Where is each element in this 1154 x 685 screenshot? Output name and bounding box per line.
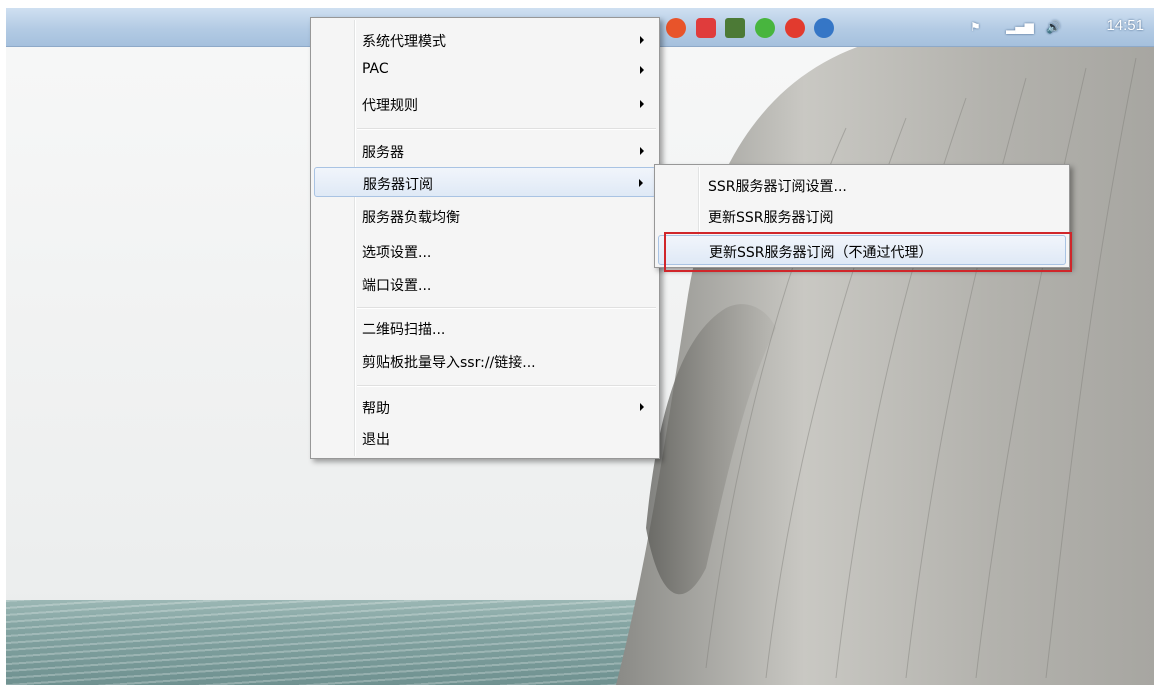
red-orange-app-icon[interactable] [666,18,686,38]
desktop-screen: ⚑ ▂▄▆ 🔊 14:51 系统代理模式 PAC 代理规则 服务器 服务器订阅 [0,0,1154,685]
menu-item-label: 退出 [362,432,390,448]
weibo-icon[interactable] [785,18,805,38]
menu-item-system-proxy-mode[interactable]: 系统代理模式 [314,25,656,55]
submenu-arrow-icon [639,179,643,187]
submenu-arrow-icon [640,36,644,44]
red-badge-app-icon[interactable] [696,18,716,38]
submenu-arrow-icon [640,403,644,411]
menu-separator [357,128,656,130]
submenu-arrow-icon [640,147,644,155]
submenu-arrow-icon [640,66,644,74]
menu-item-update-ssr-subscription-no-proxy[interactable]: 更新SSR服务器订阅（不通过代理） [658,235,1066,265]
tray-context-menu: 系统代理模式 PAC 代理规则 服务器 服务器订阅 服务器负载均衡 选项设置..… [310,17,660,459]
menu-item-label: PAC [362,61,389,77]
server-subscription-submenu: SSR服务器订阅设置... 更新SSR服务器订阅 更新SSR服务器订阅（不通过代… [654,164,1070,268]
menu-item-label: 服务器订阅 [363,177,433,193]
menu-item-import-clipboard-links[interactable]: 剪贴板批量导入ssr://链接... [314,346,656,376]
menu-item-server-subscription[interactable]: 服务器订阅 [314,167,656,197]
menu-item-label: 帮助 [362,401,390,417]
menu-separator [357,307,656,309]
menu-item-proxy-rules[interactable]: 代理规则 [314,89,656,119]
menu-item-label: 代理规则 [362,98,418,114]
volume-icon[interactable]: 🔊 [1046,20,1061,34]
menu-item-servers[interactable]: 服务器 [314,136,656,166]
globe-icon[interactable] [814,18,834,38]
eyedropper-icon[interactable] [725,18,745,38]
menu-item-server-load-balance[interactable]: 服务器负载均衡 [314,201,656,231]
menu-item-update-ssr-subscription[interactable]: 更新SSR服务器订阅 [658,201,1066,231]
menu-item-label: SSR服务器订阅设置... [708,179,847,195]
menu-item-help[interactable]: 帮助 [314,392,656,422]
menu-item-label: 系统代理模式 [362,34,446,50]
menu-item-label: 服务器负载均衡 [362,210,460,226]
menu-item-label: 更新SSR服务器订阅 [708,210,834,226]
menu-item-label: 剪贴板批量导入ssr://链接... [362,355,536,371]
menu-item-qrcode-scan[interactable]: 二维码扫描... [314,313,656,343]
menu-item-label: 端口设置... [362,278,432,294]
submenu-arrow-icon [640,100,644,108]
menu-item-pac[interactable]: PAC [314,55,656,85]
menu-item-exit[interactable]: 退出 [314,423,656,453]
system-clock[interactable]: 14:51 [1106,17,1144,34]
menu-item-port-settings[interactable]: 端口设置... [314,269,656,299]
menu-item-options[interactable]: 选项设置... [314,236,656,266]
menu-item-label: 二维码扫描... [362,322,446,338]
menu-separator [357,385,656,387]
menu-item-label: 服务器 [362,145,404,161]
menu-item-ssr-subscription-settings[interactable]: SSR服务器订阅设置... [658,170,1066,200]
menu-item-label: 更新SSR服务器订阅（不通过代理） [709,245,933,261]
wechat-icon[interactable] [755,18,775,38]
menu-item-label: 选项设置... [362,245,432,261]
action-center-flag-icon[interactable]: ⚑ [970,20,981,34]
network-signal-icon[interactable]: ▂▄▆ [1006,20,1034,34]
